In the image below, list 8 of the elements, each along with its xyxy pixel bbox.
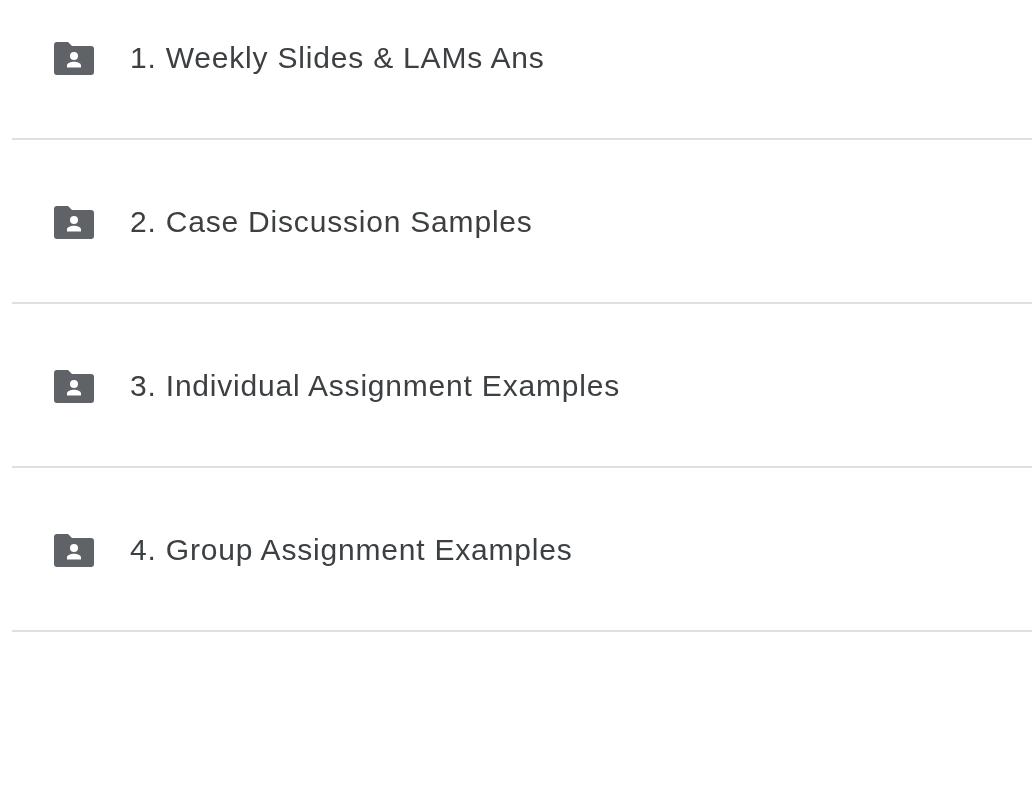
shared-folder-icon: [54, 205, 94, 239]
shared-folder-icon: [54, 369, 94, 403]
shared-folder-icon: [54, 41, 94, 75]
folder-link[interactable]: 2. Case Discussion Samples: [54, 204, 533, 240]
shared-folder-icon: [54, 533, 94, 567]
folder-link[interactable]: 1. Weekly Slides & LAMs Ans: [54, 40, 545, 76]
folder-link[interactable]: 4. Group Assignment Examples: [54, 532, 573, 568]
folder-link[interactable]: 3. Individual Assignment Examples: [54, 368, 620, 404]
